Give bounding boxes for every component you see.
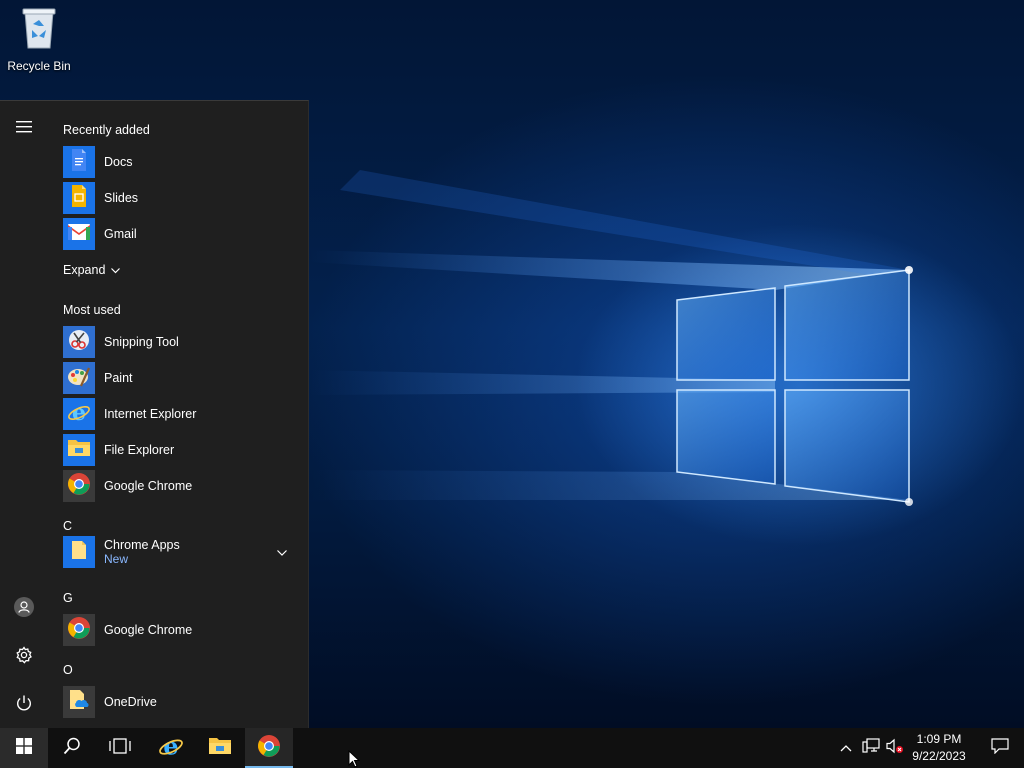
expand-label: Expand [63,263,106,277]
app-tile [63,182,95,214]
new-badge: New [104,552,129,566]
taskbar-internet-explorer[interactable]: e [147,728,195,768]
app-item-gmail[interactable]: Gmail [63,217,303,251]
section-header-most-used: Most used [63,303,121,317]
section-header-recently-added: Recently added [63,123,150,137]
app-label: Chrome Apps [104,538,180,552]
user-account-icon [14,596,34,622]
volume-button[interactable] [884,728,906,768]
user-account-button[interactable] [0,589,48,629]
onedrive-folder-icon [67,689,91,716]
app-tile [63,434,95,466]
app-item-slides[interactable]: Slides [63,181,303,215]
clock-date: 9/22/2023 [912,749,966,763]
google-slides-icon [70,184,88,212]
mouse-cursor-icon [348,749,361,768]
search-icon [63,737,81,760]
app-item-paint[interactable]: Paint [63,361,303,395]
svg-text:e: e [163,733,178,759]
google-chrome-icon [257,734,281,763]
taskbar-google-chrome[interactable] [245,728,293,768]
power-icon [15,694,33,717]
taskbar: e 1:09 PM 9/22/2023 [0,728,1024,768]
app-item-google-chrome[interactable]: Google Chrome [63,613,303,647]
app-item-chrome-apps[interactable]: Chrome Apps New [63,533,293,571]
expand-button[interactable]: Expand [63,263,121,277]
hamburger-menu-icon [16,120,32,138]
show-hidden-icons-button[interactable] [834,728,858,768]
internet-explorer-icon: e [158,732,184,764]
file-explorer-icon [67,438,91,463]
app-tile [63,470,95,502]
app-tile [63,326,95,358]
file-explorer-icon [208,736,232,761]
app-label: Gmail [104,227,137,241]
network-icon [862,737,880,759]
chevron-down-icon [111,263,121,277]
app-item-internet-explorer[interactable]: e Internet Explorer [63,397,303,431]
app-label: Docs [104,155,133,169]
task-view-icon [109,737,131,759]
chevron-up-icon [840,739,852,757]
action-center-icon [991,737,1009,759]
desktop-icon-label: Recycle Bin [7,59,71,73]
google-chrome-icon [67,472,91,501]
start-menu: Recently added Docs Slides Gmail Expand … [0,100,309,728]
power-button[interactable] [0,685,48,725]
volume-muted-icon [886,738,904,759]
app-tile [63,218,95,250]
app-item-file-explorer[interactable]: File Explorer [63,433,303,467]
settings-button[interactable] [0,637,48,677]
hamburger-menu-button[interactable] [0,109,48,149]
app-label-group: Chrome Apps New [104,538,180,566]
section-header-letter[interactable]: C [63,519,72,533]
search-button[interactable] [48,728,96,768]
app-label: Internet Explorer [104,407,197,421]
task-view-button[interactable] [96,728,144,768]
app-tile [63,536,95,568]
app-list: Recently added Docs Slides Gmail Expand … [48,101,308,729]
app-tile [63,362,95,394]
gear-icon [15,645,33,669]
app-label: Paint [104,371,133,385]
section-header-letter[interactable]: G [63,591,73,605]
app-label: Google Chrome [104,479,193,493]
desktop-icon-recycle-bin[interactable]: Recycle Bin [4,6,74,76]
app-item-docs[interactable]: Docs [63,145,303,179]
app-item-snipping-tool[interactable]: Snipping Tool [63,325,303,359]
clock[interactable]: 1:09 PM 9/22/2023 [906,731,972,765]
app-tile: e [63,398,95,430]
app-label: Snipping Tool [104,335,179,349]
start-button[interactable] [0,728,48,768]
gmail-icon [68,223,90,245]
app-label: OneDrive [104,695,157,709]
section-header-letter[interactable]: O [63,663,73,677]
network-button[interactable] [858,728,884,768]
windows-start-icon [16,737,32,759]
chevron-down-icon[interactable] [277,544,287,562]
app-item-onedrive[interactable]: OneDrive [63,685,303,719]
start-rail [0,101,48,729]
clock-time: 1:09 PM [916,732,962,746]
app-tile [63,686,95,718]
app-label: Google Chrome [104,623,193,637]
taskbar-file-explorer[interactable] [196,728,244,768]
app-item-google-chrome[interactable]: Google Chrome [63,469,303,503]
paint-icon [67,364,91,393]
google-chrome-icon [67,616,91,645]
action-center-button[interactable] [976,728,1024,768]
recycle-bin-icon [19,6,59,55]
internet-explorer-icon: e [67,400,91,429]
folder-icon [71,540,87,565]
app-tile [63,146,95,178]
snipping-tool-icon [67,328,91,357]
google-docs-icon [70,148,88,176]
app-label: File Explorer [104,443,175,457]
svg-text:e: e [72,400,86,424]
app-tile [63,614,95,646]
app-label: Slides [104,191,139,205]
